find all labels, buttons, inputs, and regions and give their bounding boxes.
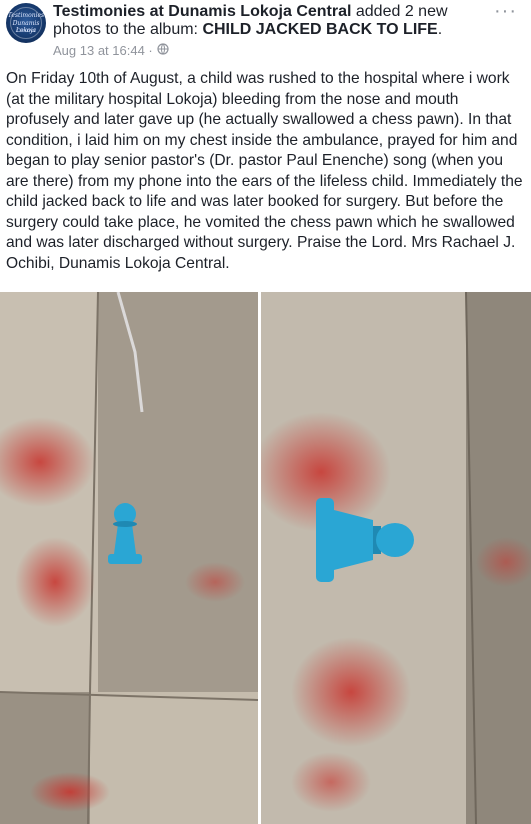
photo-grid <box>0 292 531 824</box>
avatar-text-line3: Central <box>16 28 36 34</box>
post-headline: Testimonies at Dunamis Lokoja Central ad… <box>53 3 468 39</box>
more-options-button[interactable]: ··· <box>494 0 517 23</box>
post-timestamp[interactable]: Aug 13 at 16:44 · <box>53 43 153 58</box>
post-header: Testimonies Dunamis Lokoja Central Testi… <box>0 0 531 64</box>
avatar-text-line1: Testimonies <box>7 12 45 19</box>
author-link[interactable]: Testimonies at Dunamis Lokoja Central <box>53 3 351 20</box>
post-meta: Aug 13 at 16:44 · <box>53 43 169 58</box>
headline-period: . <box>437 21 443 38</box>
album-link[interactable]: CHILD JACKED BACK TO LIFE <box>202 21 437 38</box>
photo-chess-pawn-floor-2[interactable] <box>261 292 531 824</box>
globe-icon <box>157 43 169 58</box>
post-body-text: On Friday 10th of August, a child was ru… <box>6 70 523 272</box>
photo-chess-pawn-floor-1[interactable] <box>0 292 258 824</box>
page-avatar[interactable]: Testimonies Dunamis Lokoja Central <box>6 3 46 43</box>
